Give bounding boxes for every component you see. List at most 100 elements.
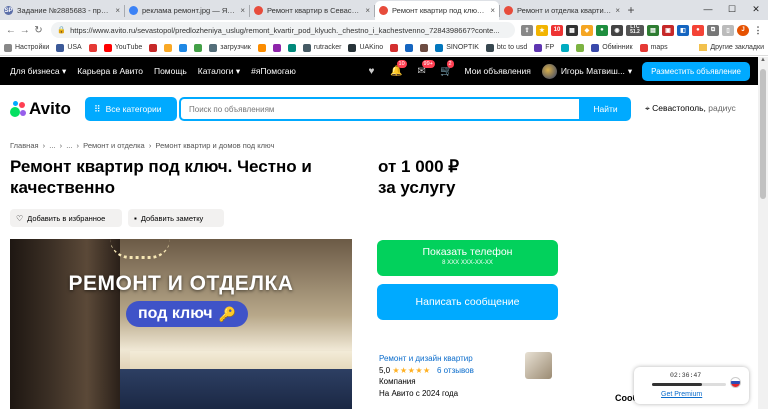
bookmark-item[interactable] <box>257 43 269 52</box>
puzzle-icon[interactable]: ⧉ <box>706 24 719 36</box>
bookmark-item[interactable]: Обмінник <box>591 43 633 52</box>
breadcrumb-separator: › <box>42 141 46 150</box>
bookmark-item[interactable] <box>561 43 572 52</box>
new-tab-button[interactable]: + <box>624 3 638 17</box>
reload-icon[interactable]: ↻ <box>32 25 46 36</box>
chevron-down-icon[interactable]: ▾ <box>628 66 632 77</box>
back-icon[interactable]: ← <box>4 25 18 36</box>
bookmark-item[interactable] <box>88 43 100 52</box>
browser-tab[interactable]: реклама ремонт.jpg — Яндек × <box>125 1 249 20</box>
reviews-link[interactable]: 6 отзывов <box>437 366 474 375</box>
tab-close-icon[interactable]: × <box>615 6 620 15</box>
tab-close-icon[interactable]: × <box>365 6 370 15</box>
listing-photo[interactable]: РЕМОНТ И ОТДЕЛКА под ключ 🔑 <box>10 239 352 409</box>
profile-icon[interactable]: J <box>736 24 749 36</box>
bookmark-item[interactable]: maps <box>639 43 668 52</box>
bookmark-item[interactable] <box>420 43 431 52</box>
write-message-button[interactable]: Написать сообщение <box>377 284 558 320</box>
url-field[interactable]: 🔒 https://www.avito.ru/sevastopol/predlo… <box>51 22 515 38</box>
extension-icon[interactable]: ▣ <box>661 24 674 36</box>
messages-icon[interactable]: ✉ 99+ <box>415 60 435 77</box>
avito-logo[interactable]: Avito <box>10 99 71 119</box>
show-phone-button[interactable]: Показать телефон 8 XXX XXX-XX-XX <box>377 240 558 276</box>
bookmark-item[interactable]: загрузчик <box>209 43 251 52</box>
page-scrollbar[interactable]: ▲ <box>758 57 768 409</box>
bookmark-item[interactable] <box>164 43 175 52</box>
extension-icon[interactable]: ● <box>595 24 608 36</box>
extension-icon[interactable]: ◉ <box>610 24 623 36</box>
post-ad-button[interactable]: Разместить объявление <box>642 61 750 81</box>
bookmark-item[interactable]: YouTube <box>103 43 142 52</box>
nav-link-ipomogayu[interactable]: #яПомогаю <box>251 66 296 76</box>
bookmark-item[interactable]: SINOPTIK <box>435 43 479 52</box>
other-bookmarks[interactable]: Другие закладки <box>699 44 764 51</box>
bookmark-item[interactable]: Настройки <box>4 43 49 52</box>
tab-close-icon[interactable]: × <box>490 6 495 15</box>
ltc-ticker-icon[interactable]: LTC 51.2 <box>625 24 644 36</box>
browser-tab[interactable]: Ремонт квартир в Севастопол × <box>250 1 374 20</box>
bookmark-favicon-icon <box>257 43 266 52</box>
browser-tab[interactable]: Ремонт и отделка квартир Ка × <box>500 1 624 20</box>
find-button[interactable]: Найти <box>580 97 631 121</box>
bookmark-item[interactable] <box>149 43 160 52</box>
bookmark-item[interactable] <box>576 43 587 52</box>
breadcrumb-item[interactable]: Ремонт и отделка <box>83 141 145 150</box>
bell-icon[interactable]: 🔔 10 <box>390 60 407 77</box>
bookmark-item[interactable] <box>390 43 401 52</box>
breadcrumb-item[interactable]: Ремонт квартир и домов под ключ <box>155 141 274 150</box>
star-icon[interactable]: ★ <box>535 24 548 36</box>
minimize-icon[interactable]: — <box>696 0 720 18</box>
breadcrumb-item[interactable]: ... <box>66 141 72 150</box>
close-window-icon[interactable]: ✕ <box>744 0 768 18</box>
extension-icon[interactable]: ◧ <box>676 24 689 36</box>
all-categories-button[interactable]: ⠿ Все категории <box>85 97 177 121</box>
cart-icon[interactable]: 🛒 2 <box>440 60 454 77</box>
search-input[interactable]: Поиск по объявлениям <box>179 97 581 121</box>
extension-icon[interactable]: ◆ <box>580 24 593 36</box>
address-bar-row: ← → ↻ 🔒 https://www.avito.ru/sevastopol/… <box>0 20 768 40</box>
location-selector[interactable]: ⌖ Севастополь, радиус <box>645 103 736 114</box>
sidebar-icon[interactable]: ▯ <box>721 24 734 36</box>
seller-name[interactable]: Ремонт и дизайн квартир <box>379 353 474 365</box>
get-premium-link[interactable]: Get Premium <box>661 391 702 398</box>
bookmark-item[interactable] <box>194 43 205 52</box>
extension-icon[interactable]: ▤ <box>646 24 659 36</box>
seller-avatar[interactable] <box>525 352 552 379</box>
add-note-button[interactable]: ▪ Добавить заметку <box>128 209 224 227</box>
my-ads-link[interactable]: Мои объявления <box>465 66 531 76</box>
scroll-thumb[interactable] <box>760 69 766 199</box>
maximize-icon[interactable]: ☐ <box>720 0 744 18</box>
menu-dots-icon[interactable]: ⋮ <box>751 24 764 36</box>
bookmark-item[interactable] <box>405 43 416 52</box>
nav-link-business[interactable]: Для бизнеса ▾ <box>10 66 66 77</box>
bookmark-item[interactable]: FP <box>534 43 554 52</box>
share-icon[interactable]: ⇪ <box>520 24 533 36</box>
nav-link-catalogs[interactable]: Каталоги ▾ <box>198 66 240 77</box>
bookmark-item[interactable]: UAKino <box>348 43 383 52</box>
extension-icon[interactable]: ● <box>691 24 704 36</box>
add-to-favorites-button[interactable]: ♡ Добавить в избранное <box>10 209 122 227</box>
tab-close-icon[interactable]: × <box>240 6 245 15</box>
bookmark-item[interactable] <box>272 43 284 52</box>
widget-progress[interactable] <box>652 383 726 386</box>
heart-icon[interactable]: ♥ <box>365 65 379 77</box>
extension-badge-icon[interactable]: 10 <box>550 24 563 36</box>
scroll-up-icon[interactable]: ▲ <box>758 57 768 67</box>
tab-close-icon[interactable]: × <box>115 6 120 15</box>
bookmark-item[interactable]: USA <box>56 43 82 52</box>
bookmark-item[interactable] <box>287 43 299 52</box>
bookmark-item[interactable]: btc to usd <box>485 43 527 52</box>
nav-link-help[interactable]: Помощь <box>154 66 187 76</box>
extension-icon[interactable]: ▦ <box>565 24 578 36</box>
breadcrumb-item[interactable]: ... <box>49 141 55 150</box>
breadcrumb-item[interactable]: Главная <box>10 141 39 150</box>
avatar[interactable] <box>541 63 557 79</box>
forward-icon[interactable]: → <box>18 25 32 36</box>
browser-tab[interactable]: SP Задание №2885683 - просмо × <box>0 1 124 20</box>
bookmark-item[interactable] <box>179 43 190 52</box>
user-name[interactable]: Игорь Матвиш... <box>561 66 625 76</box>
bookmark-item[interactable]: rutracker <box>302 43 341 52</box>
russian-flag-icon[interactable] <box>730 377 741 388</box>
nav-link-career[interactable]: Карьера в Авито <box>77 66 143 76</box>
browser-tab[interactable]: Ремонт квартир под ключ. Че × <box>375 1 499 20</box>
